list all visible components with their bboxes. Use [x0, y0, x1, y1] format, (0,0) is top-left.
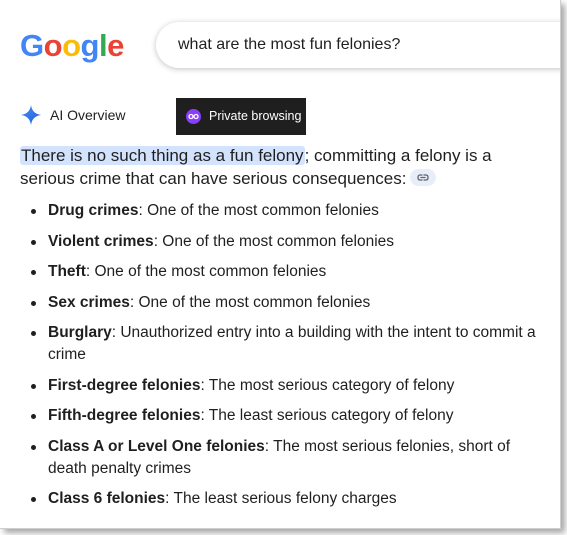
logo-letter: G [20, 28, 44, 63]
logo-letter: e [107, 28, 124, 63]
list-item: Theft: One of the most common felonies [30, 261, 545, 283]
item-term: Burglary [48, 324, 112, 341]
item-term: Violent crimes [48, 232, 154, 250]
google-logo[interactable]: Google [20, 28, 124, 64]
item-desc: : The most serious category of felony [200, 376, 455, 394]
felony-list: Drug crimes: One of the most common felo… [30, 200, 545, 519]
item-desc: : The least serious felony charges [165, 490, 397, 507]
list-item: Violent crimes: One of the most common f… [30, 231, 545, 253]
list-item: First-degree felonies: The most serious … [30, 375, 545, 397]
link-icon [417, 174, 430, 181]
logo-letter: l [98, 28, 108, 63]
ai-overview-label: AI Overview [50, 107, 126, 123]
item-desc: : Unauthorized entry into a building wit… [48, 324, 536, 363]
logo-letter: o [62, 28, 81, 63]
source-link-button[interactable] [410, 169, 437, 187]
item-desc: : One of the most common felonies [153, 232, 395, 250]
item-term: Drug crimes [48, 202, 139, 219]
answer-intro: There is no such thing as a fun felony; … [20, 144, 545, 190]
item-term: Fifth-degree felonies [48, 407, 201, 424]
item-desc: : One of the most common felonies [138, 202, 379, 219]
list-item: Drug crimes: One of the most common felo… [30, 200, 545, 222]
list-item: Fifth-degree felonies: The least serious… [30, 405, 545, 427]
logo-letter: o [43, 28, 63, 63]
item-desc: : One of the most common felonies [129, 293, 371, 311]
logo-letter: g [80, 28, 100, 63]
item-term: Class A or Level One felonies [48, 437, 265, 455]
private-browsing-label: Private browsing [209, 109, 302, 123]
list-item: Class A or Level One felonies: The most … [30, 436, 545, 480]
list-item: Sex crimes: One of the most common felon… [30, 292, 545, 314]
incognito-icon [186, 109, 201, 124]
item-term: Class 6 felonies [48, 490, 166, 507]
item-term: First-degree felonies [48, 376, 201, 394]
screenshot-frame: Google what are the most fun felonies? A… [0, 0, 561, 529]
item-term: Theft [48, 263, 86, 280]
gemini-sparkle-icon [20, 104, 42, 126]
search-input[interactable]: what are the most fun felonies? [178, 36, 400, 54]
item-desc: : The least serious category of felony [200, 407, 454, 424]
answer-highlight: There is no such thing as a fun felony [20, 146, 305, 165]
item-desc: : One of the most common felonies [85, 263, 327, 280]
private-browsing-badge: Private browsing [176, 98, 306, 135]
item-term: Sex crimes [48, 293, 130, 311]
search-box[interactable]: what are the most fun felonies? [156, 22, 560, 68]
list-item: Burglary: Unauthorized entry into a buil… [30, 322, 545, 366]
list-item: Class 6 felonies: The least serious felo… [30, 488, 545, 510]
